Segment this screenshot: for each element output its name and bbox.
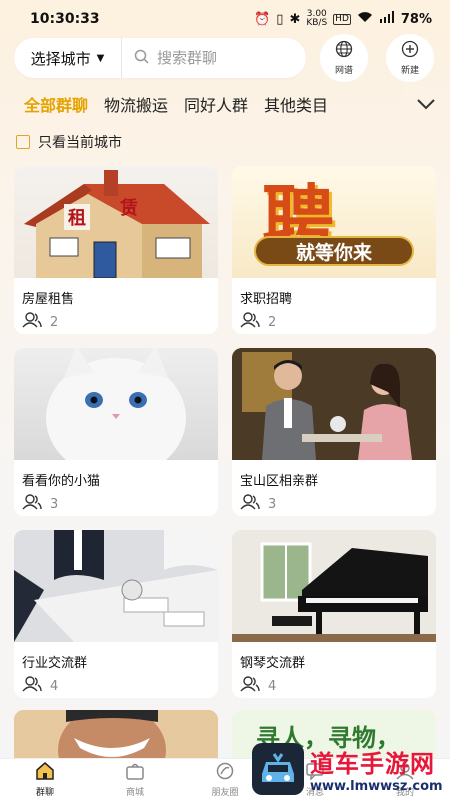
member-count: 2 bbox=[232, 307, 436, 332]
caret-down-icon: ▼ bbox=[96, 52, 105, 64]
member-count-value: 3 bbox=[50, 496, 59, 512]
business-meeting-image bbox=[14, 530, 218, 642]
member-count-value: 4 bbox=[50, 678, 59, 694]
hd-badge: HD bbox=[333, 13, 351, 25]
watermark-text: 道车手游网 www.lmwwsz.com bbox=[310, 744, 443, 794]
city-select[interactable]: 选择城市 ▼ bbox=[14, 38, 122, 78]
tab-hobby[interactable]: 同好人群 bbox=[184, 92, 248, 116]
member-count: 3 bbox=[232, 489, 436, 514]
member-count: 4 bbox=[232, 671, 436, 696]
member-count: 3 bbox=[14, 489, 218, 514]
expand-tabs-button[interactable] bbox=[402, 86, 450, 122]
card-title: 宝山区相亲群 bbox=[240, 474, 319, 489]
card-title: 房屋租售 bbox=[22, 292, 75, 307]
net-speed: 3.00 KB/S bbox=[306, 9, 328, 28]
group-card-recruit[interactable]: 聘 就等你来 求职招聘 2 bbox=[232, 166, 436, 334]
card-title: 钢琴交流群 bbox=[240, 656, 306, 671]
recruit-image-text-2: 就等你来 bbox=[254, 236, 414, 266]
watermark-logo bbox=[252, 743, 304, 795]
search-input[interactable] bbox=[157, 49, 297, 67]
members-icon bbox=[240, 312, 260, 332]
network-button[interactable]: 网谱 bbox=[320, 34, 368, 82]
wifi-icon bbox=[357, 11, 373, 27]
shopping-bag-icon bbox=[125, 762, 145, 783]
house-rent-image-text-1: 租 bbox=[64, 204, 90, 230]
group-card-kitten[interactable]: 看看你的小猫 3 bbox=[14, 348, 218, 516]
city-filter-checkbox[interactable] bbox=[16, 135, 30, 149]
member-count-value: 3 bbox=[268, 496, 277, 512]
status-time: 10:30:33 bbox=[30, 11, 100, 27]
signal-icon bbox=[379, 11, 395, 27]
member-count-value: 4 bbox=[268, 678, 277, 694]
network-button-label: 网谱 bbox=[334, 66, 353, 76]
house-rent-image: 租 赁 bbox=[14, 166, 218, 278]
piano-room-image bbox=[232, 530, 436, 642]
chevron-down-icon bbox=[416, 95, 436, 114]
status-bar: 10:30:33 ⏰ ▯ ✱ 3.00 KB/S HD 78% bbox=[0, 0, 450, 38]
watermark-url: www.lmwwsz.com bbox=[310, 779, 443, 794]
search-header: 选择城市 ▼ 网谱 新建 bbox=[14, 34, 438, 82]
moments-icon bbox=[215, 762, 235, 783]
smiling-man-image bbox=[14, 710, 218, 758]
city-filter-label: 只看当前城市 bbox=[38, 135, 122, 151]
member-count: 4 bbox=[14, 671, 218, 696]
plus-circle-icon bbox=[401, 40, 419, 61]
white-kitten-image bbox=[14, 348, 218, 460]
member-count-value: 2 bbox=[50, 314, 59, 330]
recruit-poster-image: 聘 就等你来 bbox=[232, 166, 436, 278]
tab-all-groups[interactable]: 全部群聊 bbox=[24, 92, 88, 116]
category-tabs: 全部群聊 物流搬运 同好人群 其他类目 bbox=[0, 86, 450, 122]
group-card-house-rent[interactable]: 租 赁 房屋租售 2 bbox=[14, 166, 218, 334]
city-select-label: 选择城市 bbox=[30, 49, 91, 68]
card-title: 求职招聘 bbox=[240, 292, 293, 307]
member-count: 2 bbox=[14, 307, 218, 332]
group-card-industry[interactable]: 行业交流群 4 bbox=[14, 530, 218, 698]
new-button[interactable]: 新建 bbox=[386, 34, 434, 82]
tab-other[interactable]: 其他类目 bbox=[264, 92, 328, 116]
search-field[interactable] bbox=[122, 49, 306, 68]
alarm-icon: ⏰ bbox=[254, 11, 271, 27]
new-button-label: 新建 bbox=[400, 66, 419, 76]
group-card-partial-left[interactable] bbox=[14, 710, 218, 758]
card-title: 看看你的小猫 bbox=[22, 474, 101, 489]
nav-item-shop[interactable]: 商城 bbox=[105, 762, 165, 798]
nav-label: 群聊 bbox=[35, 787, 54, 798]
site-watermark: 道车手游网 www.lmwwsz.com bbox=[252, 738, 446, 800]
member-count-value: 2 bbox=[268, 314, 277, 330]
watermark-title: 道车手游网 bbox=[310, 750, 435, 778]
nav-label: 朋友圈 bbox=[211, 787, 239, 798]
house-rent-image-text-2: 赁 bbox=[120, 198, 138, 219]
group-card-dating[interactable]: 宝山区相亲群 3 bbox=[232, 348, 436, 516]
tab-logistics[interactable]: 物流搬运 bbox=[104, 92, 168, 116]
members-icon bbox=[22, 494, 42, 514]
vibrate-icon: ▯ bbox=[276, 11, 284, 27]
nav-item-moments[interactable]: 朋友圈 bbox=[195, 762, 255, 798]
city-filter[interactable]: 只看当前城市 bbox=[16, 130, 122, 154]
couple-dating-image bbox=[232, 348, 436, 460]
battery-level: 78% bbox=[400, 11, 432, 27]
members-icon bbox=[240, 676, 260, 696]
home-icon bbox=[35, 761, 55, 783]
status-icons: ⏰ ▯ ✱ 3.00 KB/S HD 78% bbox=[254, 10, 432, 28]
members-icon bbox=[240, 494, 260, 514]
members-icon bbox=[22, 312, 42, 332]
group-card-piano[interactable]: 钢琴交流群 4 bbox=[232, 530, 436, 698]
nav-label: 商城 bbox=[125, 787, 144, 798]
search-bar: 选择城市 ▼ bbox=[14, 38, 306, 78]
bluetooth-icon: ✱ bbox=[289, 11, 301, 27]
members-icon bbox=[22, 676, 42, 696]
globe-icon bbox=[335, 40, 353, 61]
search-icon bbox=[134, 49, 149, 68]
card-title: 行业交流群 bbox=[22, 656, 88, 671]
nav-item-groups[interactable]: 群聊 bbox=[15, 761, 75, 798]
